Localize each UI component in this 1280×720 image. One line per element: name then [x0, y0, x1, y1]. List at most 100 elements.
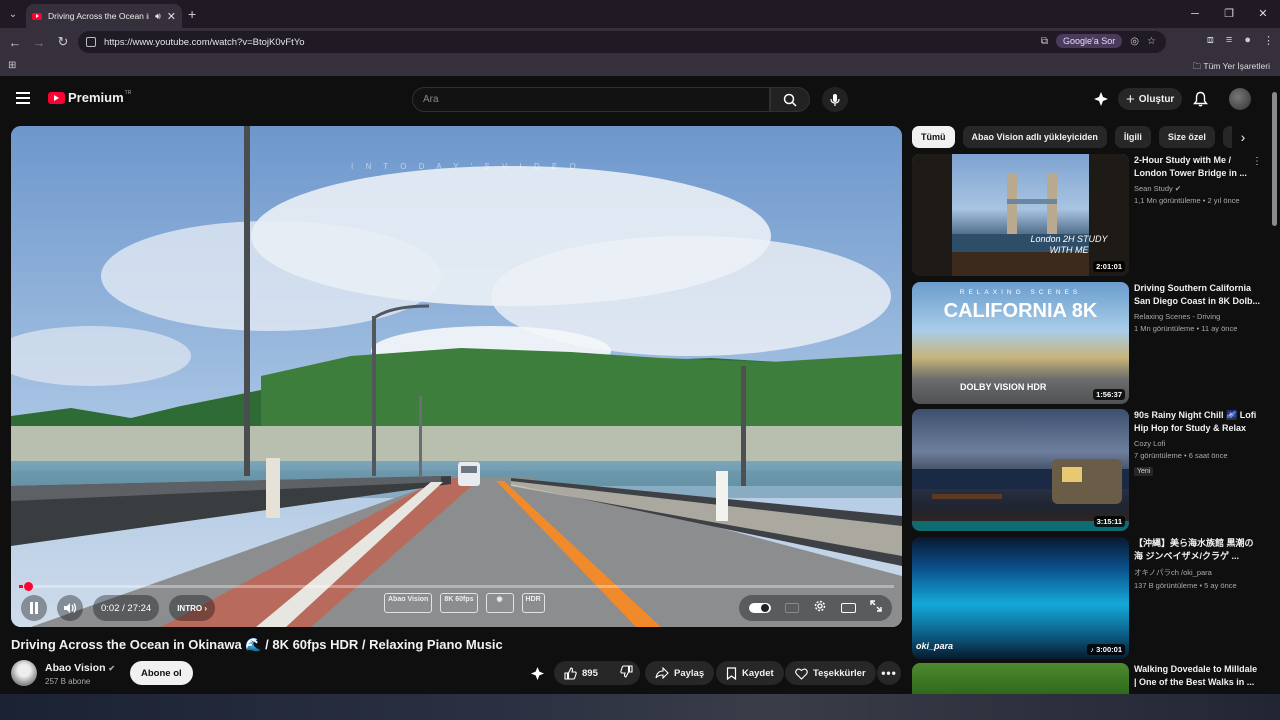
save-label: Kaydet [742, 667, 774, 679]
more-vertical-icon[interactable]: ⋮ [1252, 156, 1262, 167]
recommendation-info: Walking Dovedale to Milldale | One of th… [1134, 663, 1262, 689]
premium-sparkle-icon-2[interactable] [530, 666, 545, 686]
recommendation-title[interactable]: 90s Rainy Night Chill 🌌 Lofi Hip Hop for… [1134, 409, 1262, 435]
fullscreen-icon[interactable] [870, 599, 882, 617]
address-bar[interactable]: https://www.youtube.com/watch?v=BtojK0vF… [78, 31, 1166, 53]
dislike-button[interactable] [620, 665, 633, 681]
chip-all[interactable]: Tümü [912, 126, 955, 148]
recommendation-title[interactable]: 2-Hour Study with Me / London Tower Brid… [1134, 154, 1262, 180]
chapter-button[interactable]: INTRO › [169, 595, 215, 621]
google-ask-button[interactable]: Google'a Sor [1056, 34, 1123, 48]
subtitles-icon[interactable] [785, 603, 799, 613]
recommendation-channel[interactable]: オキノパラch /oki_para [1134, 567, 1262, 578]
page-scrollbar[interactable] [1272, 92, 1277, 226]
chevron-right-icon: › [1240, 129, 1246, 145]
forward-button[interactable]: → [27, 35, 51, 50]
restore-button[interactable]: ❐ [1212, 0, 1246, 28]
all-bookmarks-link[interactable]: 🗀︎ Tüm Yer İşaretleri [1193, 61, 1270, 75]
settings-gear-icon[interactable] [813, 599, 827, 618]
back-button[interactable]: ← [3, 35, 27, 50]
recommendation-thumbnail[interactable]: London 2H STUDY WITH ME 2:01:01 [912, 154, 1129, 276]
menu-hamburger-icon[interactable] [16, 92, 30, 104]
close-tab-icon[interactable]: ✕ [167, 10, 176, 23]
browser-tab[interactable]: Driving Across the Ocean in Okinawa 🌊 / … [26, 4, 182, 28]
player-controls-left: 0:02 / 27:24 INTRO › [21, 595, 215, 621]
close-window-button[interactable]: ✕ [1246, 0, 1280, 28]
volume-icon [64, 603, 77, 613]
eye-off-icon[interactable]: ◎ [1130, 36, 1139, 47]
new-tab-button[interactable]: + [188, 6, 196, 22]
video-badges: Abao Vision 8K 60fps ◉ HDR [384, 593, 545, 613]
youtube-header: Premium TR Ara + Oluştur [0, 80, 1280, 120]
thanks-button[interactable]: Teşekkürler [785, 661, 876, 685]
menu-kebab-icon[interactable]: ⋮ [1263, 34, 1274, 47]
video-frame-okinawa-bridge [11, 126, 902, 627]
theater-mode-icon[interactable] [841, 603, 856, 613]
youtube-play-icon [48, 91, 65, 104]
profile-icon[interactable]: ● [1244, 34, 1251, 47]
bookmark-star-icon[interactable]: ☆ [1147, 36, 1156, 47]
chip-related[interactable]: İlgili [1114, 126, 1151, 148]
notifications-bell-icon[interactable] [1193, 91, 1208, 112]
chips-next-button[interactable]: › [1232, 126, 1254, 148]
progress-scrubber-handle[interactable] [24, 582, 33, 591]
search-input[interactable]: Ara [412, 87, 770, 112]
search-button[interactable] [770, 87, 810, 112]
camera-icon: ◉ [485, 593, 514, 613]
video-duration: 3:15:11 [1093, 516, 1125, 527]
recommendation-title[interactable]: Driving Southern California San Diego Co… [1134, 282, 1262, 308]
recommendation-thumbnail[interactable] [912, 663, 1129, 694]
recommendation-item[interactable]: 3:15:11 90s Rainy Night Chill 🌌 Lofi Hip… [912, 409, 1262, 531]
8k-60fps-badge: 8K 60fps [440, 593, 478, 613]
youtube-premium-logo[interactable]: Premium TR [48, 90, 131, 105]
create-button[interactable]: + Oluştur [1118, 88, 1183, 110]
recommendation-channel[interactable]: Sean Study ✔︎ [1134, 184, 1262, 193]
save-button[interactable]: Kaydet [716, 661, 784, 685]
subscribe-button[interactable]: Abone ol [130, 661, 193, 685]
account-avatar[interactable] [1229, 88, 1251, 110]
new-badge: Yeni [1134, 467, 1154, 476]
time-display: 0:02 / 27:24 [93, 595, 160, 621]
channel-name[interactable]: Abao Vision ✔︎ [45, 662, 115, 674]
recommendation-channel[interactable]: Cozy Lofi [1134, 439, 1262, 448]
share-button[interactable]: Paylaş [645, 661, 715, 685]
extensions-icon[interactable]: ⧈ [1207, 34, 1214, 47]
recommendation-item[interactable]: RELAXING SCENES CALIFORNIA 8K DOLBY VISI… [912, 282, 1262, 404]
recommendation-title[interactable]: Walking Dovedale to Milldale | One of th… [1134, 663, 1262, 689]
video-progress-bar[interactable] [19, 582, 894, 591]
channel-avatar[interactable] [11, 660, 37, 686]
chip-from-uploader[interactable]: Abao Vision adlı yükleyiciden [962, 126, 1107, 148]
recommendation-thumbnail[interactable]: 3:15:11 [912, 409, 1129, 531]
autoplay-toggle[interactable] [749, 603, 771, 613]
reading-list-icon[interactable]: ≡ [1226, 34, 1232, 47]
volume-button[interactable] [57, 595, 83, 621]
pause-button[interactable] [21, 595, 47, 621]
subscriber-count: 257 B abone [45, 677, 91, 686]
more-actions-button[interactable]: ••• [877, 661, 901, 685]
autoplay-knob-icon [761, 604, 769, 612]
cast-icon[interactable]: ⧉ [1041, 36, 1048, 47]
recommendation-channel[interactable]: Relaxing Scenes - Driving [1134, 312, 1262, 321]
chip-for-you[interactable]: Size özel [1158, 126, 1215, 148]
time-current: 0:02 [101, 602, 120, 614]
reload-button[interactable]: ↻ [51, 34, 75, 50]
recommendation-item[interactable]: oki_para ♪ 3:00:01 【沖縄】美ら海水族館 黒潮の海 ジンベイザ… [912, 537, 1262, 659]
recommendation-title[interactable]: 【沖縄】美ら海水族館 黒潮の海 ジンベイザメ/クラゲ ... [1134, 537, 1262, 563]
tab-search-button[interactable]: ⌄ [0, 0, 26, 28]
window-controls: ─ ❐ ✕ [1178, 0, 1280, 28]
voice-search-button[interactable] [822, 87, 848, 112]
player-controls-right [739, 595, 892, 621]
audio-playing-icon[interactable]: 🔊︎ [155, 11, 161, 22]
recommendation-thumbnail[interactable]: RELAXING SCENES CALIFORNIA 8K DOLBY VISI… [912, 282, 1129, 404]
premium-sparkle-icon[interactable] [1093, 91, 1109, 112]
thanks-heart-dollar-icon [795, 668, 808, 680]
site-info-icon[interactable] [86, 37, 96, 47]
recommendation-thumbnail[interactable]: oki_para ♪ 3:00:01 [912, 537, 1129, 659]
recommendation-item[interactable]: London 2H STUDY WITH ME 2:01:01 2-Hour S… [912, 154, 1262, 276]
minimize-button[interactable]: ─ [1178, 0, 1212, 28]
video-player[interactable]: I N T O D A Y ' S V I D E O Abao Vision … [11, 126, 902, 627]
like-button[interactable]: 895 [564, 666, 598, 680]
recommendation-item[interactable]: Walking Dovedale to Milldale | One of th… [912, 663, 1262, 694]
apps-grid-icon[interactable]: ⊞ [8, 60, 16, 71]
share-label: Paylaş [674, 667, 705, 679]
